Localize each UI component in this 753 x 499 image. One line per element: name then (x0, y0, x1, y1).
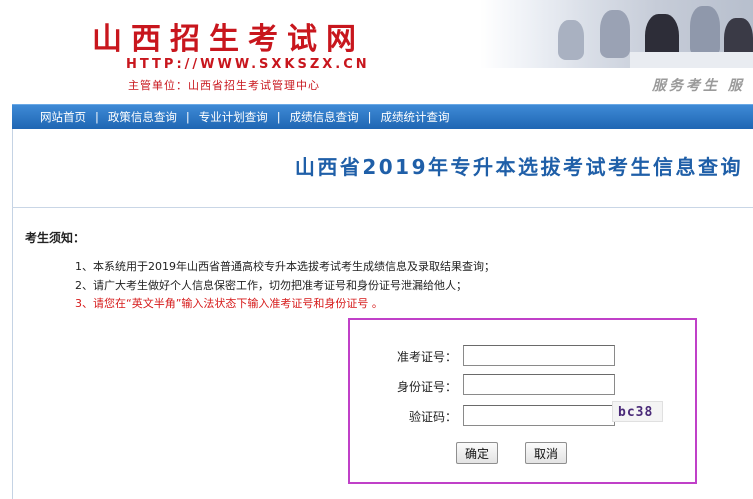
nav-item-score-stats[interactable]: 成绩统计查询 (381, 109, 450, 125)
notice-heading: 考生须知： (25, 231, 86, 245)
slogan: 服务考生 服 (652, 78, 745, 94)
nav-item-home[interactable]: 网站首页 (40, 109, 86, 125)
nav-item-policy[interactable]: 政策信息查询 (108, 109, 177, 125)
nav-separator: | (95, 110, 99, 124)
notice-item: 1、本系统用于2019年山西省普通高校专升本选拔考试考生成绩信息及录取结果查询； (75, 260, 495, 273)
id-card-input[interactable] (463, 374, 615, 395)
site-title: 山西招生考试网 (92, 22, 365, 57)
site-header: 山西招生考试网 HTTP://WWW.SXKSZX.CN 主管单位：山西省招生考… (0, 0, 753, 100)
nav-separator: | (367, 110, 372, 124)
site-url: HTTP://WWW.SXKSZX.CN (126, 57, 370, 72)
header-photo-image (480, 0, 753, 68)
nav-separator: | (276, 110, 281, 124)
notice-item: 2、请广大考生做好个人信息保密工作，切勿把准考证号和身份证号泄漏给他人； (75, 279, 467, 292)
title-banner: 山西省2019年专升本选拔考试考生信息查询 (12, 129, 753, 208)
id-card-label: 身份证号： (396, 380, 457, 394)
submit-button[interactable]: 确定 (456, 442, 498, 464)
captcha-label: 验证码： (408, 410, 457, 424)
captcha-image[interactable]: bc38 (612, 401, 663, 422)
nav-item-major-plan[interactable]: 专业计划查询 (199, 109, 268, 125)
cancel-button[interactable]: 取消 (525, 442, 567, 464)
captcha-input[interactable] (463, 405, 615, 426)
exam-id-label: 准考证号： (396, 350, 457, 364)
page-title: 山西省2019年专升本选拔考试考生信息查询 (294, 155, 743, 179)
notice-item-warning: 3、请您在“英文半角”输入法状态下输入准考证号和身份证号 。 (75, 297, 383, 310)
main-nav: 网站首页 | 政策信息查询 | 专业计划查询 | 成绩信息查询 | 成绩统计查询 (12, 104, 753, 130)
site-sponsor: 主管单位：山西省招生考试管理中心 (128, 79, 320, 92)
nav-separator: | (185, 110, 190, 124)
nav-item-scores[interactable]: 成绩信息查询 (290, 109, 359, 125)
exam-id-input[interactable] (463, 345, 615, 366)
